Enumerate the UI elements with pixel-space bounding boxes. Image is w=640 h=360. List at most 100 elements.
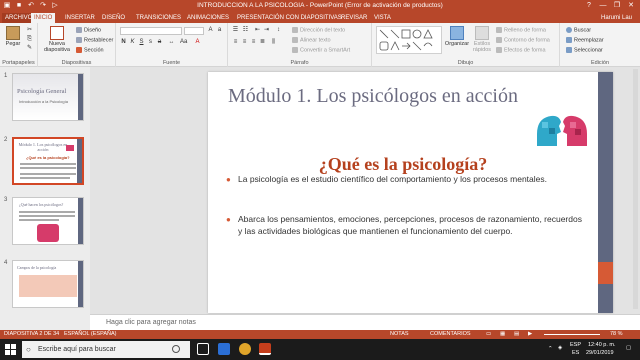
smartart-button[interactable]: Convertir a SmartArt — [292, 47, 350, 53]
keyboard-language-2[interactable]: ES — [572, 350, 579, 356]
grow-font-icon[interactable]: A — [207, 27, 214, 34]
numbering-icon[interactable]: ☷ — [242, 27, 249, 34]
columns-icon[interactable]: ⫼ — [270, 39, 277, 46]
notes-pane[interactable]: Haga clic para agregar notas — [90, 314, 640, 330]
font-color-button[interactable]: A — [194, 39, 201, 46]
slide-thumbnail-3[interactable]: ¿Qué hacen los psicólogos? — [12, 197, 84, 245]
comments-toggle[interactable]: COMENTARIOS — [430, 331, 471, 337]
shadow-button[interactable]: s — [147, 39, 154, 46]
find-button[interactable]: Buscar — [566, 27, 591, 33]
language-indicator[interactable]: ESPAÑOL (ESPAÑA) — [64, 331, 116, 337]
slide-thumbnail-1[interactable]: Psicología General Introducción a la Psi… — [12, 73, 84, 121]
user-name[interactable]: Harumi Lau — [601, 13, 632, 23]
select-button[interactable]: Seleccionar — [566, 47, 603, 53]
sorter-view-icon[interactable]: ▦ — [500, 331, 505, 337]
clock-date[interactable]: 29/01/2019 — [586, 350, 614, 356]
bullet-text: La psicología es el estudio científico d… — [238, 174, 547, 184]
replace-button[interactable]: Reemplazar — [566, 37, 604, 43]
slide-subtitle[interactable]: ¿Qué es la psicología? — [208, 154, 598, 175]
tray-chevron-icon[interactable]: ⌃ — [548, 346, 553, 352]
thumb-line — [20, 163, 76, 165]
copy-icon[interactable]: ⎘ — [26, 36, 33, 43]
task-view-icon[interactable] — [197, 343, 209, 355]
shrink-font-icon[interactable]: a — [216, 27, 223, 34]
font-name-combo[interactable] — [120, 27, 182, 35]
maximize-button[interactable]: ❐ — [610, 0, 624, 12]
tab-inicio[interactable]: INICIO — [31, 13, 56, 23]
shape-outline-icon — [496, 37, 502, 43]
quick-styles-button[interactable]: Estilos rápidos — [470, 26, 494, 53]
powerpoint-window: ▣ ■ ↶ ↷ ▷ INTRODUCCION A LA PSICOLOGIA -… — [0, 0, 640, 360]
title-bar: ▣ ■ ↶ ↷ ▷ INTRODUCCION A LA PSICOLOGIA -… — [0, 0, 640, 12]
slide-thumbnail-4[interactable]: Campos de la psicología — [12, 260, 84, 308]
slide-bullet-1[interactable]: ● La psicología es el estudio científico… — [226, 174, 586, 186]
slide-canvas[interactable]: Módulo 1. Los psicólogos en acción ¿Qué … — [208, 72, 613, 313]
minimize-button[interactable]: — — [596, 0, 610, 12]
tab-vista[interactable]: VISTA — [371, 13, 394, 23]
edge-icon[interactable] — [218, 343, 230, 355]
align-text-button[interactable]: Alinear texto — [292, 37, 331, 43]
chrome-icon[interactable] — [239, 343, 251, 355]
tab-revisar[interactable]: REVISAR — [338, 13, 370, 23]
help-button[interactable]: ? — [582, 0, 596, 12]
arrange-button[interactable]: Organizar — [444, 26, 470, 47]
line-spacing-icon[interactable]: ↕ — [275, 27, 282, 34]
shape-effects-button[interactable]: Efectos de forma — [496, 47, 546, 53]
windows-start-icon[interactable] — [5, 344, 16, 355]
slideshow-view-icon[interactable]: ▶ — [528, 331, 532, 337]
font-size-combo[interactable] — [184, 27, 204, 35]
microphone-icon[interactable] — [172, 345, 180, 353]
align-center-icon[interactable]: ≡ — [241, 39, 248, 46]
case-button[interactable]: Aa — [180, 39, 187, 46]
justify-icon[interactable]: ≣ — [259, 39, 266, 46]
network-icon[interactable]: ◈ — [558, 345, 562, 351]
powerpoint-taskbar-icon[interactable] — [259, 343, 271, 355]
bold-button[interactable]: N — [120, 39, 127, 46]
shape-fill-button[interactable]: Relleno de forma — [496, 27, 546, 33]
underline-button[interactable]: S — [138, 39, 145, 46]
section-button[interactable]: Sección — [76, 47, 104, 53]
shapes-gallery[interactable] — [376, 26, 442, 54]
zoom-level[interactable]: 78 % — [610, 331, 623, 337]
paste-button[interactable]: Pegar — [3, 26, 23, 47]
thumb-strip — [77, 139, 82, 183]
italic-button[interactable]: K — [129, 39, 136, 46]
text-direction-button[interactable]: Dirección del texto — [292, 27, 345, 33]
shape-outline-button[interactable]: Contorno de forma — [496, 37, 550, 43]
new-slide-button[interactable]: Nueva diapositiva — [42, 26, 72, 53]
layout-button[interactable]: Diseño — [76, 27, 101, 33]
strikethrough-button[interactable]: a — [156, 39, 163, 46]
slide-bullet-2[interactable]: ● Abarca los pensamientos, emociones, pe… — [226, 214, 586, 237]
tab-presentacion[interactable]: PRESENTACIÓN CON DIAPOSITIVAS — [234, 13, 345, 23]
bullet-text: Abarca los pensamientos, emociones, perc… — [238, 214, 582, 236]
tab-insertar[interactable]: INSERTAR — [62, 13, 98, 23]
slide-thumbnail-2[interactable]: Módulo 1. Los psicólogos en acción ¿Qué … — [12, 137, 84, 185]
align-right-icon[interactable]: ≡ — [250, 39, 257, 46]
reset-button[interactable]: Restablecer — [76, 37, 113, 43]
taskbar-search-box[interactable]: ○ Escribe aquí para buscar — [22, 341, 190, 358]
zoom-slider[interactable] — [544, 334, 600, 335]
vertical-scrollbar[interactable] — [633, 69, 638, 309]
keyboard-language[interactable]: ESP — [570, 342, 581, 348]
format-painter-icon[interactable]: ✎ — [26, 45, 33, 52]
bullets-icon[interactable]: ☰ — [232, 27, 239, 34]
decrease-indent-icon[interactable]: ⇤ — [254, 27, 261, 34]
layout-label: Diseño — [84, 27, 102, 34]
spacing-button[interactable]: ↔ — [168, 39, 175, 46]
close-button[interactable]: ✕ — [624, 0, 638, 12]
reading-view-icon[interactable]: ▤ — [514, 331, 519, 337]
tab-animaciones[interactable]: ANIMACIONES — [184, 13, 232, 23]
increase-indent-icon[interactable]: ⇥ — [263, 27, 270, 34]
notifications-icon[interactable]: ▢ — [626, 345, 631, 351]
cut-icon[interactable]: ✂ — [26, 27, 33, 34]
align-left-icon[interactable]: ≡ — [232, 39, 239, 46]
thumb-number-3: 3 — [4, 197, 8, 203]
arrange-icon — [450, 26, 464, 40]
tab-diseno[interactable]: DISEÑO — [99, 13, 128, 23]
slide-title[interactable]: Módulo 1. Los psicólogos en acción — [208, 84, 538, 108]
notes-toggle[interactable]: NOTAS — [390, 331, 409, 337]
thumb-title: Campos de la psicología — [17, 265, 57, 270]
tab-transiciones[interactable]: TRANSICIONES — [133, 13, 184, 23]
normal-view-icon[interactable]: ▭ — [486, 331, 491, 337]
clock-time[interactable]: 12:40 p. m. — [588, 342, 616, 348]
